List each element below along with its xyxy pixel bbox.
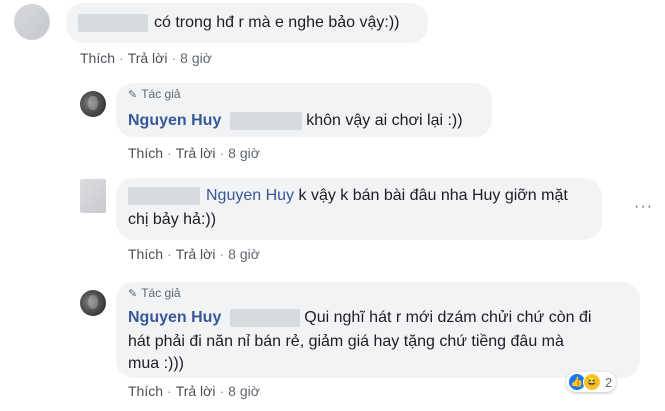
like-link[interactable]: Thích — [80, 50, 115, 66]
reply-link[interactable]: Trả lời — [176, 246, 216, 262]
commenter-avatar[interactable] — [14, 4, 50, 40]
reply-link[interactable]: Trả lời — [128, 50, 168, 66]
comment-text: có trong hđ r mà e nghe bảo vậy:)) — [154, 14, 400, 31]
reply-bubble: ✎ Tác giả Nguyen Huy khôn vậy ai chơi lạ… — [116, 83, 492, 137]
haha-icon: 😆 — [583, 373, 601, 391]
reactions-summary[interactable]: 👍 😆 2 — [566, 372, 617, 392]
comment-text-2: hát phải đi năn nỉ bán rẻ, giảm giá hay … — [128, 333, 564, 350]
comment-actions: Thích · Trả lời · 8 giờ — [128, 246, 260, 262]
comment-text: khôn vậy ai chơi lại :)) — [306, 112, 463, 129]
commenter-avatar[interactable] — [80, 179, 106, 213]
author-badge-label: Tác giả — [141, 87, 181, 101]
comment-text-3: mua :))) — [128, 355, 184, 372]
author-name[interactable]: Nguyen Huy — [128, 309, 221, 326]
redacted-name — [128, 186, 200, 205]
author-name[interactable]: Nguyen Huy — [128, 112, 221, 129]
timestamp[interactable]: 8 giờ — [180, 50, 212, 66]
mention-tag[interactable]: Nguyen Huy — [206, 187, 294, 204]
timestamp[interactable]: 8 giờ — [228, 246, 260, 262]
comment-bubble: có trong hđ r mà e nghe bảo vậy:)) — [66, 3, 428, 43]
like-link[interactable]: Thích — [128, 246, 163, 262]
comment-text-1: Qui nghĩ hát r mới dzám chửi chứ còn đi — [304, 309, 592, 326]
author-badge: ✎ Tác giả — [128, 286, 181, 300]
reply-bubble: Nguyen Huy k vậy k bán bài đâu nha Huy g… — [116, 178, 602, 240]
timestamp[interactable]: 8 giờ — [228, 145, 260, 161]
comment-actions: Thích · Trả lời · 8 giờ — [80, 50, 212, 66]
author-badge: ✎ Tác giả — [128, 87, 181, 101]
author-avatar[interactable] — [80, 91, 106, 117]
comment-actions: Thích · Trả lời · 8 giờ — [128, 145, 260, 161]
reply-line-1: Nguyen Huy k vậy k bán bài đâu nha Huy g… — [128, 184, 568, 208]
more-options-icon[interactable]: ··· — [634, 198, 653, 216]
comment-text-2: chị bảy hả:)) — [128, 211, 217, 228]
redacted-name — [229, 111, 302, 130]
reply-link[interactable]: Trả lời — [176, 145, 216, 161]
like-link[interactable]: Thích — [128, 145, 163, 161]
redacted-name — [78, 14, 148, 32]
like-link[interactable]: Thích — [128, 383, 163, 399]
reply-line: Nguyen Huy khôn vậy ai chơi lại :)) — [128, 109, 463, 133]
author-badge-label: Tác giả — [141, 286, 181, 300]
comment-text-1: k vậy k bán bài đâu nha Huy giỡn mặt — [298, 187, 568, 204]
timestamp[interactable]: 8 giờ — [228, 383, 260, 399]
author-avatar[interactable] — [80, 290, 106, 316]
reaction-count: 2 — [605, 374, 613, 390]
reply-link[interactable]: Trả lời — [176, 383, 216, 399]
pencil-icon: ✎ — [128, 287, 138, 300]
reply-bubble: ✎ Tác giả Nguyen Huy Qui nghĩ hát r mới … — [116, 282, 640, 378]
redacted-name — [229, 308, 300, 327]
reply-line-1: Nguyen Huy Qui nghĩ hát r mới dzám chửi … — [128, 306, 591, 330]
pencil-icon: ✎ — [128, 88, 138, 101]
comment-actions: Thích · Trả lời · 8 giờ — [128, 383, 260, 399]
